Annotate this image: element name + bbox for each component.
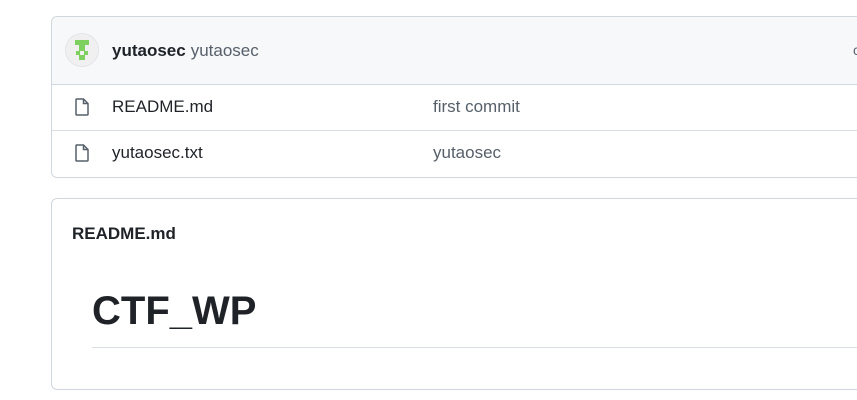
commit-message[interactable]: yutaosec — [191, 41, 259, 60]
file-name-link[interactable]: yutaosec.txt — [112, 143, 203, 163]
readme-panel: README.md CTF_WP — [51, 198, 857, 390]
file-browser: yutaosec yutaosec c README.md first commi… — [51, 16, 857, 178]
file-name-link[interactable]: README.md — [112, 97, 213, 117]
file-commit-link[interactable]: yutaosec — [433, 143, 501, 163]
file-row[interactable]: yutaosec.txt yutaosec — [52, 130, 857, 176]
readme-heading: CTF_WP — [92, 289, 257, 333]
file-icon — [75, 144, 89, 162]
latest-commit-bar: yutaosec yutaosec c — [52, 17, 857, 85]
readme-title-link[interactable]: README.md — [72, 224, 176, 244]
file-row[interactable]: README.md first commit — [52, 85, 857, 130]
identicon-avatar — [66, 34, 98, 66]
commit-meta-truncated: c — [853, 42, 857, 58]
file-icon — [75, 98, 89, 116]
author-avatar[interactable] — [66, 34, 98, 66]
file-commit-link[interactable]: first commit — [433, 97, 520, 117]
commit-author[interactable]: yutaosec — [112, 41, 186, 60]
commit-summary: yutaosec yutaosec — [112, 41, 259, 61]
heading-divider — [92, 347, 857, 348]
